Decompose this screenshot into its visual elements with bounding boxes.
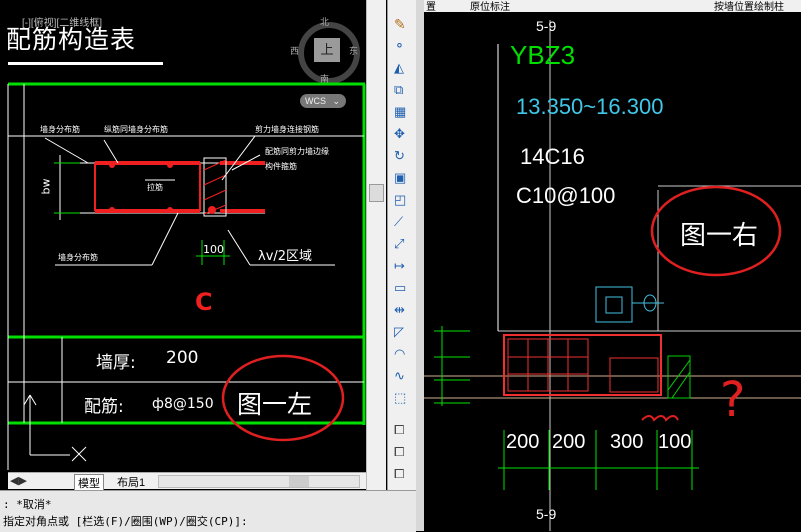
label-c: C: [195, 288, 213, 316]
move-icon[interactable]: ✥: [394, 126, 410, 142]
line-icon[interactable]: ⟋: [394, 214, 410, 230]
triangle-icon[interactable]: ◭: [394, 60, 410, 76]
stack-icon-1[interactable]: ⧠: [394, 422, 410, 438]
right-drawing-area[interactable]: 置 原位标注 按墙位置绘制柱 5-9 5-9 YBZ3 13.350~16.30…: [424, 0, 801, 531]
polygon-icon[interactable]: ◸: [394, 324, 410, 340]
dim-label-1: 200: [506, 431, 540, 453]
label-connect-bar: 剪力墙身连接钢筋: [255, 125, 319, 134]
hscroll-thumb[interactable]: [289, 476, 309, 487]
dim-label-3: 300: [610, 431, 644, 453]
stack-icon-2[interactable]: ⧠: [394, 444, 410, 460]
box-icon[interactable]: ▣: [394, 170, 410, 186]
arc-icon[interactable]: ◠: [394, 346, 410, 362]
column-stirrup: C10@100: [516, 183, 616, 208]
layout-tabs-bar: ◀▶ 模型 布局1: [8, 472, 366, 492]
label-tie: 拉筋: [147, 183, 163, 192]
handwritten-question-mark: ?: [720, 372, 746, 428]
command-prompt-line: 指定对角点或 [栏选(F)/圈围(WP)/圈交(CP)]:: [3, 515, 248, 528]
dim-label-4: 100: [658, 431, 692, 453]
cube-icon[interactable]: ⬚: [394, 390, 410, 406]
spline-icon[interactable]: ∿: [394, 368, 410, 384]
circles-icon[interactable]: ⚬: [394, 38, 410, 54]
detail-drawing: [7, 82, 366, 470]
layers-icon[interactable]: ⧉: [394, 82, 410, 98]
scroll-thumb[interactable]: [369, 184, 384, 202]
column-id: YBZ3: [510, 40, 576, 70]
label-bw: bw: [39, 178, 53, 195]
column-elevation: 13.350~16.300: [516, 94, 664, 119]
tab-layout1[interactable]: 布局1: [114, 474, 148, 490]
handwritten-right-label: 图一右: [680, 221, 759, 251]
label-edge-same: 配筋同剪力墙边缘: [265, 147, 329, 156]
label-zone: λv/2区域: [258, 249, 313, 264]
command-line[interactable]: : *取消* 指定对角点或 [栏选(F)/圈围(WP)/圈交(CP)]:: [0, 490, 416, 532]
left-drawing-area[interactable]: [-][俯视][二维线框] 配筋构造表 上 北 南 东 西 WCS ⌄ 墙身分布…: [0, 0, 385, 490]
stack-icon-3[interactable]: ⧠: [394, 466, 410, 482]
column-long-rebar: 14C16: [520, 144, 585, 169]
command-history-line: : *取消*: [3, 498, 52, 511]
horizontal-scrollbar[interactable]: [158, 475, 360, 488]
label-dim-100: 100: [203, 243, 224, 256]
rebar-label: 配筋:: [84, 397, 124, 417]
rect-icon[interactable]: ▭: [394, 280, 410, 296]
measure-icon[interactable]: ⇹: [394, 302, 410, 318]
tab-nav-icon[interactable]: ◀▶: [10, 474, 27, 487]
rebar-value: ф8@150: [152, 396, 214, 412]
dim-label-2: 200: [552, 431, 586, 453]
grid-icon[interactable]: ▦: [394, 104, 410, 120]
label-wall-dist-bar-2: 墙身分布筋: [58, 253, 98, 262]
arrow-icon[interactable]: ↦: [394, 258, 410, 274]
handwritten-left-label: 图一左: [237, 390, 313, 419]
axis-label-top: 5-9: [536, 18, 557, 34]
label-long-bar: 纵筋同墙身分布筋: [104, 125, 168, 134]
label-stirrup: 构件箍筋: [265, 162, 297, 171]
modify-toolbar: ✎ ⚬ ◭ ⧉ ▦ ✥ ↻ ▣ ◰ ⟋ ⤢ ↦ ▭ ⇹ ◸ ◠ ∿ ⬚ ⧠ ⧠ …: [387, 0, 418, 490]
pane-divider[interactable]: [416, 0, 424, 531]
left-vertical-scrollbar[interactable]: [366, 0, 386, 490]
axis-label-bottom: 5-9: [536, 506, 557, 522]
dim-icon[interactable]: ⤢: [394, 236, 410, 252]
rotate-icon[interactable]: ↻: [394, 148, 410, 164]
wall-thickness-value: 200: [166, 348, 199, 368]
label-wall-dist-bar: 墙身分布筋: [40, 125, 80, 134]
wall-thickness-label: 墙厚:: [96, 353, 136, 373]
pencil-icon[interactable]: ✎: [394, 16, 410, 32]
copy-icon[interactable]: ◰: [394, 192, 410, 208]
